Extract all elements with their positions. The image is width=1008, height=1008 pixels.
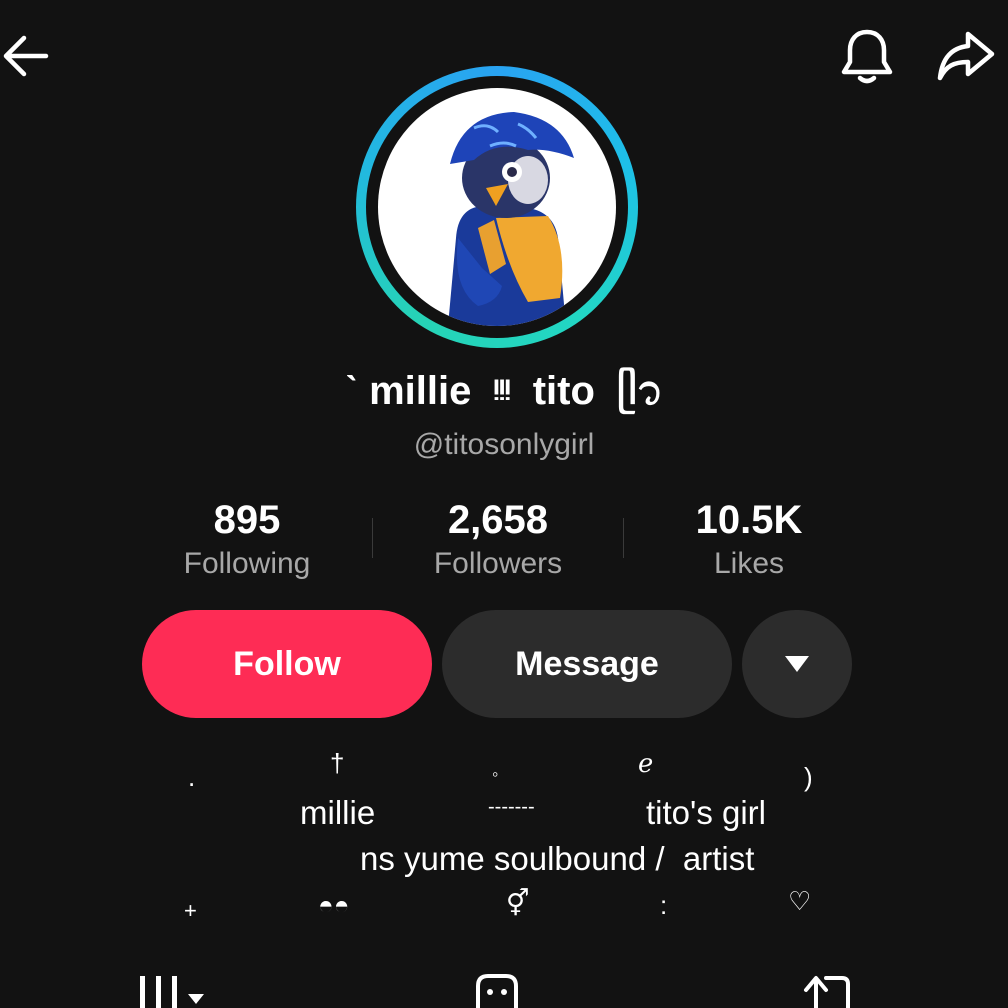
message-button[interactable]: Message xyxy=(442,610,732,718)
bio-glyph: ♡ xyxy=(788,886,812,916)
triangle-down-icon xyxy=(785,656,809,672)
username: @titosonlygirl xyxy=(413,428,595,461)
lock-face-icon xyxy=(476,974,518,1008)
stat-followers[interactable]: 2,658 Followers xyxy=(383,498,613,584)
avatar xyxy=(378,88,616,326)
likes-label: Likes xyxy=(713,547,785,580)
repost-icon xyxy=(804,976,850,1008)
bio-line: ns yume soulbound / artist xyxy=(360,840,755,877)
stat-following[interactable]: 895 Following xyxy=(132,498,362,584)
stat-divider xyxy=(372,518,373,558)
more-options-button[interactable] xyxy=(742,610,852,718)
bio-glyph: † xyxy=(330,748,345,778)
following-count: 895 xyxy=(213,498,281,542)
tab-videos[interactable] xyxy=(136,976,210,1008)
bio-glyph: : xyxy=(660,890,668,920)
bio-glyph: ⚥ xyxy=(506,888,530,918)
bio-glyph: ◓◓ xyxy=(318,890,350,920)
stat-divider xyxy=(623,518,624,558)
back-arrow-icon[interactable] xyxy=(0,30,52,82)
display-name: ˋ millie ᵎᵎᵎ tito ᥫ᭡ xyxy=(344,369,664,413)
grid-icon xyxy=(140,976,204,1008)
tab-private[interactable] xyxy=(472,972,522,1008)
bio-glyph: ◦ xyxy=(492,764,499,784)
profile-tabs xyxy=(0,966,1008,1008)
bio-line: tito's girl xyxy=(646,794,766,831)
bio-glyph: ℯ xyxy=(638,748,654,778)
bio-line: millie xyxy=(300,794,376,831)
tab-reposts[interactable] xyxy=(800,972,858,1008)
stat-likes[interactable]: 10.5K Likes xyxy=(634,498,864,584)
bio-glyph: + xyxy=(184,898,197,923)
follow-button[interactable]: Follow xyxy=(142,610,432,718)
bio-line: ------- xyxy=(488,796,535,818)
followers-label: Followers xyxy=(433,547,563,580)
profile-page: ˋ millie ᵎᵎᵎ tito ᥫ᭡ @titosonlygirl 895 … xyxy=(0,0,1008,1008)
avatar-story-ring[interactable] xyxy=(356,66,638,348)
share-arrow-icon[interactable] xyxy=(934,28,996,86)
avatar-illustration xyxy=(448,112,574,326)
bio-glyph: . xyxy=(188,762,196,792)
followers-count: 2,658 xyxy=(447,498,549,542)
bell-icon[interactable] xyxy=(838,26,896,86)
likes-count: 10.5K xyxy=(695,498,803,542)
following-label: Following xyxy=(183,547,311,580)
bio-glyph: ) xyxy=(804,762,813,792)
